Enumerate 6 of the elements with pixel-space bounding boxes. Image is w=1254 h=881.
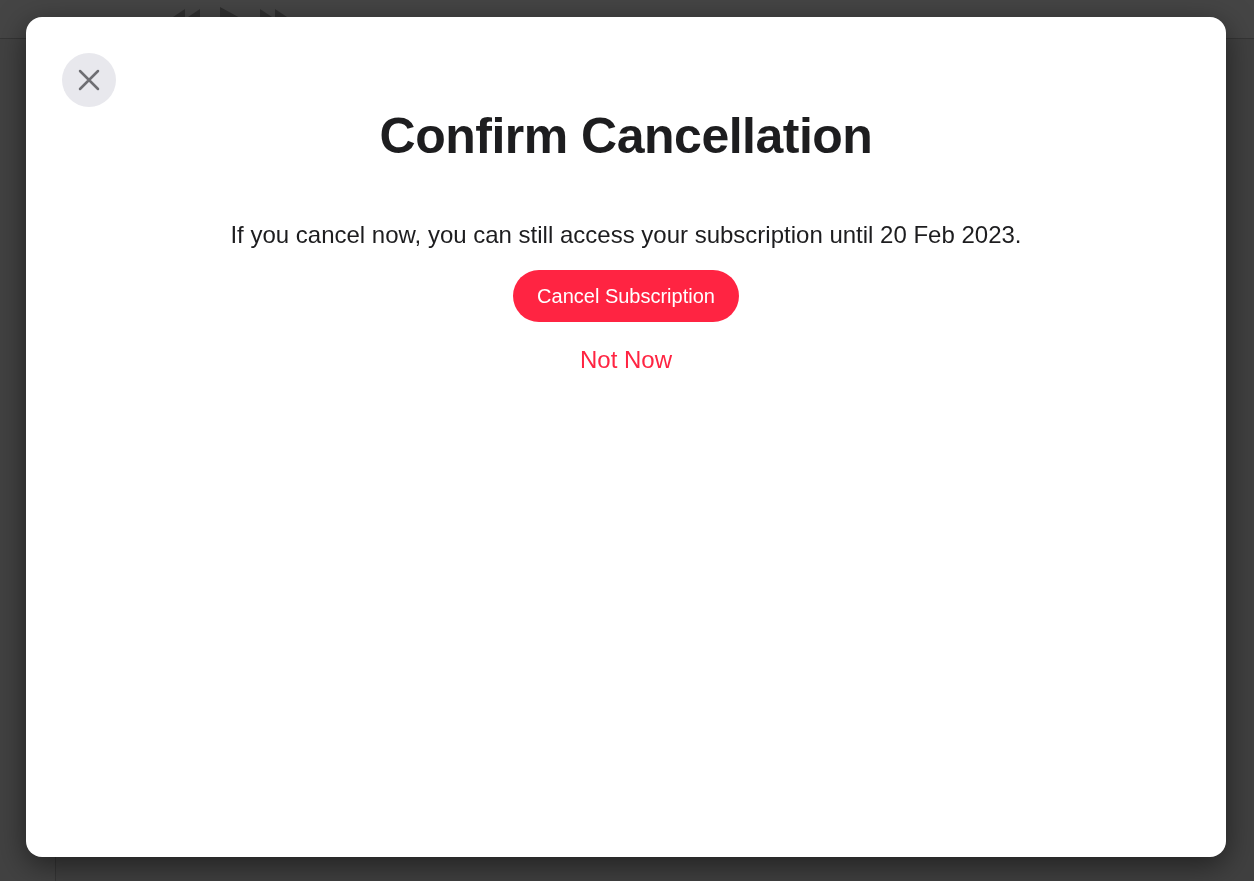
close-button[interactable]: [62, 53, 116, 107]
not-now-link[interactable]: Not Now: [572, 342, 680, 378]
dialog-title: Confirm Cancellation: [379, 109, 873, 164]
dialog-message: If you cancel now, you can still access your subscription until 20 Feb 2023.: [229, 220, 1023, 250]
cancel-subscription-button[interactable]: Cancel Subscription: [513, 270, 739, 322]
close-icon: [78, 69, 100, 91]
